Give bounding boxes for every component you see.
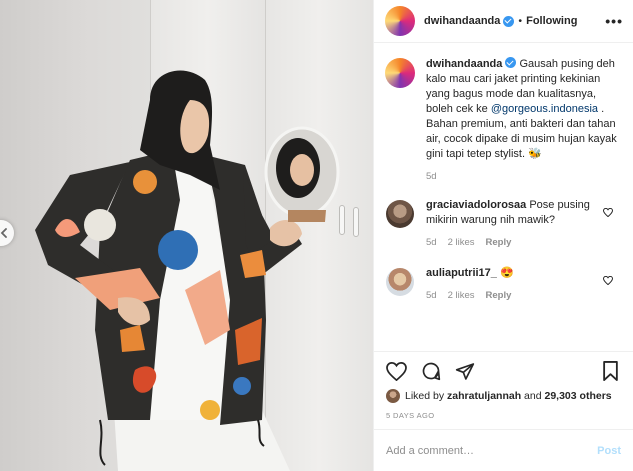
comment-likes[interactable]: 2 likes	[448, 237, 475, 248]
comment-button[interactable]	[421, 361, 441, 381]
post-actions: Liked by zahratuljannah and 29,303 other…	[374, 351, 633, 429]
post-date[interactable]: 5 DAYS AGO	[386, 411, 621, 420]
comment-age[interactable]: 5d	[426, 237, 437, 248]
comment-content: 😍	[499, 267, 514, 279]
caption-username[interactable]: dwihandaanda	[426, 58, 502, 70]
model-illustration	[35, 70, 340, 471]
action-buttons	[386, 360, 621, 382]
post-header: dwihandaanda • Following •••	[374, 0, 633, 43]
verified-badge-icon	[503, 15, 515, 27]
liker-avatar[interactable]	[386, 389, 400, 403]
comment-meta: 5d 2 likes Reply	[426, 290, 611, 301]
caption-author-avatar[interactable]	[385, 58, 415, 88]
author-username[interactable]: dwihandaanda	[424, 15, 500, 27]
reply-button[interactable]: Reply	[486, 290, 512, 301]
share-icon	[455, 362, 475, 380]
reply-button[interactable]: Reply	[486, 237, 512, 248]
caption: dwihandaanda Gausah pusing deh kalo mau …	[385, 57, 621, 182]
caption-body: dwihandaanda Gausah pusing deh kalo mau …	[426, 57, 621, 182]
likes-prefix: Liked by	[405, 390, 448, 402]
comment-input[interactable]	[386, 444, 598, 457]
commenter-avatar[interactable]	[386, 200, 414, 228]
comment-text: graciaviadolorosaa Pose pusing mikirin w…	[426, 198, 611, 228]
comment-age[interactable]: 5d	[426, 290, 437, 301]
comment-heart-icon[interactable]	[603, 276, 613, 285]
instagram-post: dwihandaanda • Following ••• dwihandaand…	[0, 0, 633, 471]
more-options-button[interactable]: •••	[605, 14, 623, 28]
author-avatar[interactable]	[385, 6, 415, 36]
caption-age[interactable]: 5d	[426, 171, 437, 182]
likes-middle: and	[521, 390, 545, 402]
commenter-avatar[interactable]	[386, 268, 414, 296]
commenter-username[interactable]: graciaviadolorosaa	[426, 199, 526, 211]
comment-item: graciaviadolorosaa Pose pusing mikirin w…	[386, 198, 621, 248]
heart-icon	[386, 361, 407, 381]
commenter-username[interactable]: auliaputrii17_	[426, 267, 497, 279]
comment-meta: 5d 2 likes Reply	[426, 237, 611, 248]
add-comment-bar: Post	[374, 429, 633, 471]
post-photo[interactable]	[0, 0, 373, 471]
likes-summary: Liked by zahratuljannah and 29,303 other…	[386, 389, 621, 403]
chevron-left-icon	[0, 228, 7, 238]
bookmark-icon	[603, 361, 618, 381]
share-button[interactable]	[455, 362, 475, 381]
following-button[interactable]: Following	[526, 15, 577, 27]
comment-likes[interactable]: 2 likes	[448, 290, 475, 301]
comment-icon	[422, 362, 441, 381]
comments-list[interactable]: dwihandaanda Gausah pusing deh kalo mau …	[374, 43, 633, 351]
caption-meta: 5d	[426, 171, 621, 182]
comment-heart-icon[interactable]	[603, 208, 613, 217]
comment-text: auliaputrii17_ 😍	[426, 266, 611, 281]
comment-body: graciaviadolorosaa Pose pusing mikirin w…	[426, 198, 611, 248]
verified-badge-icon	[505, 57, 517, 68]
likes-others-link[interactable]: 29,303 others	[545, 390, 612, 402]
liker-username[interactable]: zahratuljannah	[447, 390, 521, 402]
comment-body: auliaputrii17_ 😍 5d 2 likes Reply	[426, 266, 611, 301]
save-button[interactable]	[602, 361, 619, 381]
comment-item: auliaputrii17_ 😍 5d 2 likes Reply	[386, 266, 621, 301]
caption-text: dwihandaanda Gausah pusing deh kalo mau …	[426, 57, 621, 162]
like-button[interactable]	[386, 361, 407, 381]
likes-text: Liked by zahratuljannah and 29,303 other…	[405, 390, 612, 402]
post-side-panel: dwihandaanda • Following ••• dwihandaand…	[373, 0, 633, 471]
caption-mention-link[interactable]: @gorgeous.indonesia	[491, 103, 598, 115]
post-comment-button[interactable]: Post	[597, 445, 621, 457]
header-separator: •	[518, 15, 523, 27]
